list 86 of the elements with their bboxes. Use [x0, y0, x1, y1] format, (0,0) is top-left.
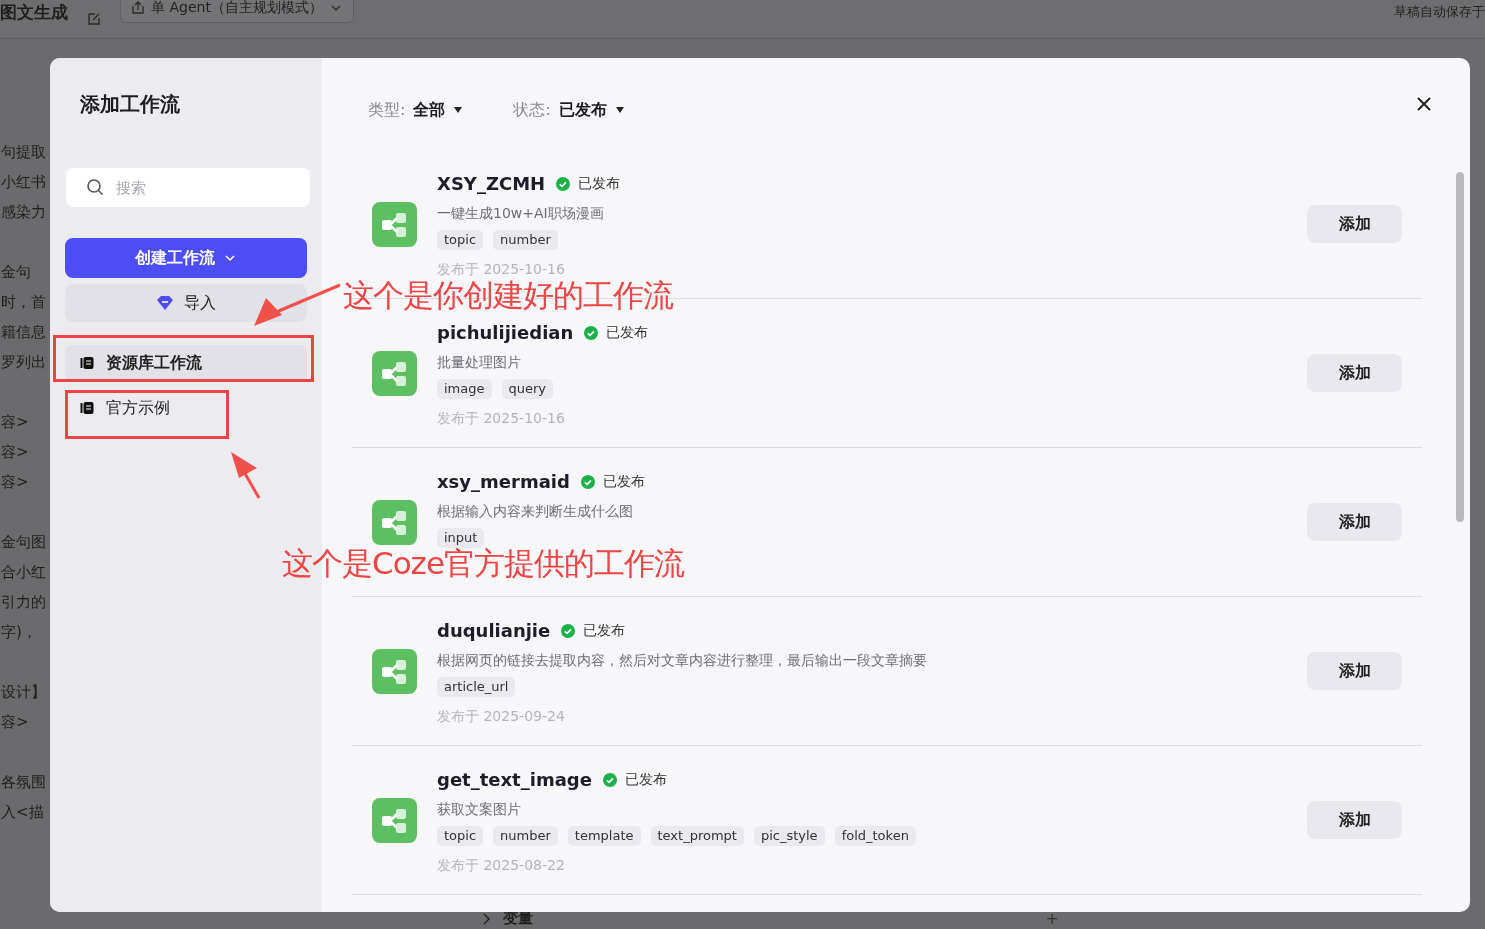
background-text: 容>: [1, 472, 30, 493]
background-text: 设计】: [1, 682, 47, 703]
check-circle-icon: [556, 176, 571, 191]
dialog-title: 添加工作流: [80, 91, 181, 118]
status-text: 已发布: [583, 621, 626, 640]
parameter-tag: topic: [437, 229, 484, 250]
add-button[interactable]: 添加: [1307, 503, 1402, 541]
workflow-icon: [372, 499, 417, 545]
edit-icon[interactable]: [86, 11, 102, 27]
book-icon: [80, 401, 94, 415]
annotation-text: 这个是你创建好的工作流: [343, 276, 673, 315]
create-workflow-button[interactable]: 创建工作流: [65, 238, 307, 278]
filter-dropdown[interactable]: 状态: 已发布: [513, 98, 625, 122]
background-text: 字)，: [1, 622, 38, 643]
workflow-description: 批量处理图片: [437, 352, 522, 372]
check-circle-icon: [602, 772, 617, 787]
caret-icon: [614, 105, 625, 115]
close-icon: [1416, 96, 1432, 112]
background-text: 入<描: [1, 802, 45, 823]
diamond-icon: [156, 294, 174, 312]
workflow-name: XSY_ZCMH: [437, 173, 546, 194]
search-field[interactable]: 搜索: [66, 168, 310, 207]
status-text: 已发布: [578, 174, 621, 193]
parameter-tag: topic: [437, 825, 484, 846]
workflow-name: xsy_mermaid: [437, 471, 570, 492]
background-text: 时，首: [1, 292, 47, 313]
book-icon: [80, 356, 94, 370]
background-text: 引力的: [1, 592, 47, 613]
background-text: 罗列出: [1, 352, 47, 373]
app-title: 图文生成: [0, 0, 68, 24]
status-text: 已发布: [624, 770, 667, 789]
parameter-tag: number: [493, 825, 558, 846]
background-text: 合小红: [1, 562, 47, 583]
status-text: 已发布: [606, 323, 649, 342]
workflow-description: 一键生成10w+AI职场漫画: [437, 203, 605, 223]
caret-icon: [453, 105, 464, 115]
parameter-tag: template: [567, 825, 641, 846]
filter-dropdown[interactable]: 类型: 全部: [368, 98, 464, 122]
background-text: 感染力: [1, 202, 47, 223]
add-button[interactable]: 添加: [1307, 205, 1402, 243]
parameter-tag: article_url: [437, 676, 516, 697]
parameter-tag: text_prompt: [650, 825, 744, 846]
background-text: 金句图: [1, 532, 47, 553]
annotation-text: 这个是Coze官方提供的工作流: [282, 545, 684, 583]
status-text: 已发布: [602, 472, 645, 491]
parameter-tag: fold_token: [834, 825, 916, 846]
add-button[interactable]: 添加: [1307, 801, 1402, 839]
workflow-icon: [372, 201, 417, 247]
background-text: 各氛围: [1, 772, 47, 793]
background-text: 小红书: [1, 172, 47, 193]
background-text: 金句: [1, 262, 32, 283]
upload-icon: [131, 1, 145, 15]
import-button[interactable]: 导入: [65, 284, 307, 322]
background-text: 籍信息: [1, 322, 47, 343]
agent-mode-dropdown[interactable]: 单 Agent（自主规划模式）: [120, 0, 354, 23]
sidebar-item[interactable]: 官方示例: [65, 390, 307, 426]
background-text: 句提取: [1, 142, 47, 163]
background-text: 容>: [1, 412, 30, 433]
parameter-tag: number: [493, 229, 558, 250]
workflow-name: pichulijiedian: [437, 322, 574, 343]
background-text: 容>: [1, 442, 30, 463]
parameter-tag: image: [437, 378, 492, 399]
check-circle-icon: [584, 325, 599, 340]
arrow-drawing: [229, 450, 263, 500]
workflow-name: get_text_image: [437, 769, 592, 790]
background-text: 容>: [1, 712, 30, 733]
workflow-icon: [372, 648, 417, 694]
publish-date: 发布于 2025-08-22: [437, 855, 566, 875]
publish-date: 发布于 2025-10-16: [437, 259, 566, 279]
add-button[interactable]: 添加: [1307, 652, 1402, 690]
workflow-description: 获取文案图片: [437, 799, 522, 819]
publish-date: 发布于 2025-09-24: [437, 706, 566, 726]
add-button[interactable]: 添加: [1307, 354, 1402, 392]
workflow-name: duqulianjie: [437, 620, 551, 641]
sidebar-item[interactable]: 资源库工作流: [65, 345, 307, 381]
workflow-description: 根据网页的链接去提取内容，然后对文章内容进行整理，最后输出一段文章摘要: [437, 650, 928, 670]
check-circle-icon: [580, 474, 595, 489]
workflow-icon: [372, 797, 417, 843]
workflow-description: 根据输入内容来判断生成什么图: [437, 501, 634, 521]
parameter-tag: query: [501, 378, 554, 399]
parameter-tag: input: [437, 527, 485, 548]
workflow-icon: [372, 350, 417, 396]
autosave-text: 草稿自动保存于: [1394, 3, 1485, 21]
parameter-tag: pic_style: [753, 825, 825, 846]
publish-date: 发布于 2025-10-16: [437, 408, 566, 428]
check-circle-icon: [561, 623, 576, 638]
